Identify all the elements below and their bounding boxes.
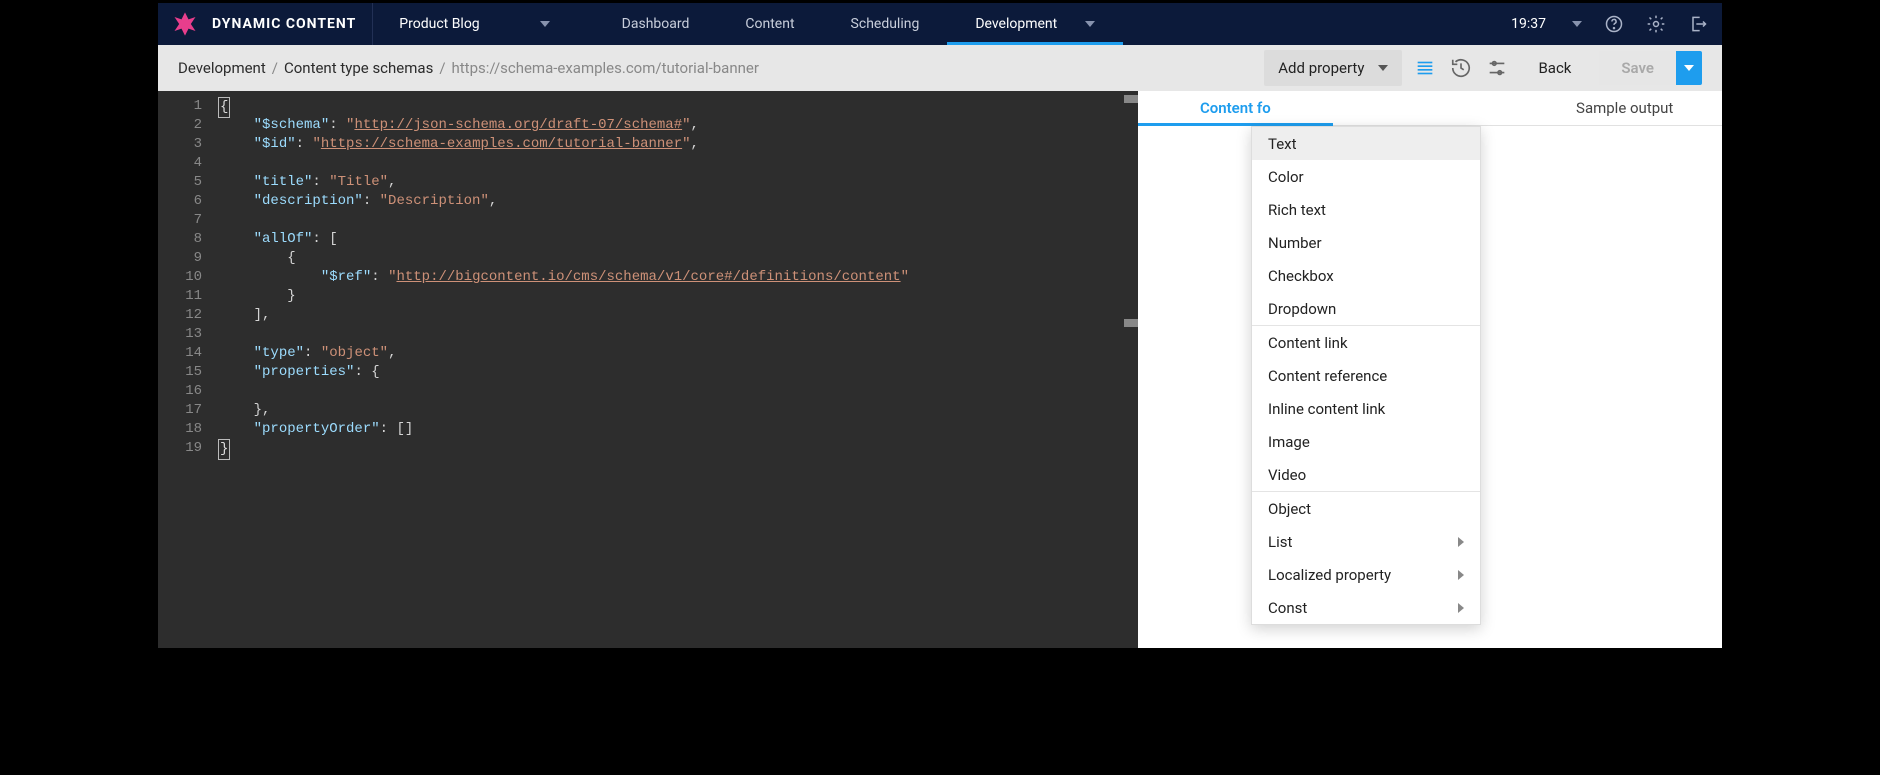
- tab-sample-output[interactable]: Sample output: [1527, 91, 1722, 125]
- dropdown-item-number[interactable]: Number: [1252, 226, 1480, 259]
- preview-panel: Content fo s to display Sample output Te…: [1138, 91, 1722, 648]
- dropdown-label: Object: [1268, 500, 1311, 518]
- dropdown-label: Dropdown: [1268, 300, 1336, 318]
- align-left-icon[interactable]: [1412, 55, 1438, 81]
- chevron-right-icon: [1458, 570, 1464, 580]
- dropdown-item-text[interactable]: Text: [1252, 127, 1480, 160]
- tab-label: Sample output: [1576, 99, 1673, 117]
- dropdown-item-rich-text[interactable]: Rich text: [1252, 193, 1480, 226]
- breadcrumb-2[interactable]: Content type schemas: [284, 59, 433, 77]
- top-nav: DYNAMIC CONTENT Product Blog Dashboard C…: [158, 3, 1722, 45]
- breadcrumb-3: https://schema-examples.com/tutorial-ban…: [452, 59, 759, 77]
- caret-down-icon: [1684, 65, 1694, 71]
- dropdown-label: Const: [1268, 599, 1307, 617]
- dropdown-label: Checkbox: [1268, 267, 1334, 285]
- dropdown-item-inline-content-link[interactable]: Inline content link: [1252, 392, 1480, 425]
- dropdown-item-localized-property[interactable]: Localized property: [1252, 558, 1480, 591]
- app-logo: [158, 10, 212, 38]
- chevron-right-icon: [1458, 537, 1464, 547]
- dropdown-item-const[interactable]: Const: [1252, 591, 1480, 624]
- tab-label: Content fo: [1200, 99, 1271, 117]
- breadcrumb-1[interactable]: Development: [178, 59, 266, 77]
- add-property-label: Add property: [1278, 59, 1364, 77]
- nav-label: Development: [975, 16, 1057, 32]
- dropdown-label: Content reference: [1268, 367, 1387, 385]
- dropdown-item-color[interactable]: Color: [1252, 160, 1480, 193]
- dropdown-label: List: [1268, 533, 1292, 551]
- nav-label: Dashboard: [622, 16, 690, 32]
- nav-tabs: Dashboard Content Scheduling Development: [594, 3, 1124, 45]
- history-icon[interactable]: [1448, 55, 1474, 81]
- dropdown-label: Inline content link: [1268, 400, 1385, 418]
- dropdown-item-image[interactable]: Image: [1252, 425, 1480, 458]
- dropdown-label: Localized property: [1268, 566, 1391, 584]
- dropdown-label: Content link: [1268, 334, 1348, 352]
- breadcrumb-sep: /: [439, 59, 445, 77]
- nav-tab-dashboard[interactable]: Dashboard: [594, 3, 718, 45]
- add-property-dropdown: Text Color Rich text Number Checkbox Dropdown…: [1251, 126, 1481, 625]
- nav-label: Scheduling: [851, 16, 920, 32]
- dropdown-item-dropdown[interactable]: Dropdown: [1252, 292, 1480, 325]
- help-icon[interactable]: [1604, 14, 1624, 34]
- tab-content-form-preview[interactable]: Content fo: [1138, 91, 1333, 125]
- nav-tab-content[interactable]: Content: [717, 3, 822, 45]
- dropdown-item-video[interactable]: Video: [1252, 458, 1480, 491]
- caret-down-icon[interactable]: [1572, 21, 1582, 27]
- sub-toolbar: Development / Content type schemas / htt…: [158, 45, 1722, 91]
- code-area[interactable]: { "$schema": "http://json-schema.org/dra…: [212, 91, 1138, 648]
- nav-tab-development[interactable]: Development: [947, 3, 1123, 45]
- top-right-tools: 19:37: [1511, 14, 1722, 34]
- dropdown-label: Color: [1268, 168, 1304, 186]
- settings-sliders-icon[interactable]: [1484, 55, 1510, 81]
- preview-tabs: Content fo s to display Sample output: [1138, 91, 1722, 126]
- dropdown-label: Video: [1268, 466, 1306, 484]
- editor-scrollbar[interactable]: [1124, 91, 1138, 648]
- dropdown-item-content-link[interactable]: Content link: [1252, 326, 1480, 359]
- code-editor[interactable]: 12345678910111213141516171819 { "$schema…: [158, 91, 1138, 648]
- hub-name: Product Blog: [399, 16, 479, 32]
- dropdown-label: Number: [1268, 234, 1322, 252]
- hub-selector[interactable]: Product Blog: [373, 16, 575, 32]
- back-button[interactable]: Back: [1538, 59, 1571, 77]
- add-property-button[interactable]: Add property: [1264, 50, 1402, 86]
- caret-down-icon: [1085, 21, 1095, 27]
- preview-area: Text Color Rich text Number Checkbox Dropdown…: [1138, 126, 1722, 648]
- dropdown-item-list[interactable]: List: [1252, 525, 1480, 558]
- breadcrumb-sep: /: [272, 59, 278, 77]
- caret-down-icon: [540, 21, 550, 27]
- brand-title: DYNAMIC CONTENT: [212, 16, 372, 32]
- dropdown-item-object[interactable]: Object: [1252, 492, 1480, 525]
- clock-time: 19:37: [1511, 16, 1546, 32]
- dropdown-label: Rich text: [1268, 201, 1326, 219]
- save-dropdown-button[interactable]: [1676, 51, 1702, 85]
- dropdown-item-content-reference[interactable]: Content reference: [1252, 359, 1480, 392]
- save-button[interactable]: Save: [1599, 51, 1676, 85]
- dropdown-item-checkbox[interactable]: Checkbox: [1252, 259, 1480, 292]
- tab-json-preview[interactable]: s to display: [1333, 91, 1528, 125]
- chevron-right-icon: [1458, 603, 1464, 613]
- dropdown-label: Image: [1268, 433, 1310, 451]
- settings-icon[interactable]: [1646, 14, 1666, 34]
- nav-tab-scheduling[interactable]: Scheduling: [823, 3, 948, 45]
- line-gutter: 12345678910111213141516171819: [158, 91, 212, 648]
- nav-label: Content: [745, 16, 794, 32]
- logout-icon[interactable]: [1688, 14, 1708, 34]
- caret-down-icon: [1378, 65, 1388, 71]
- dropdown-label: Text: [1268, 135, 1297, 153]
